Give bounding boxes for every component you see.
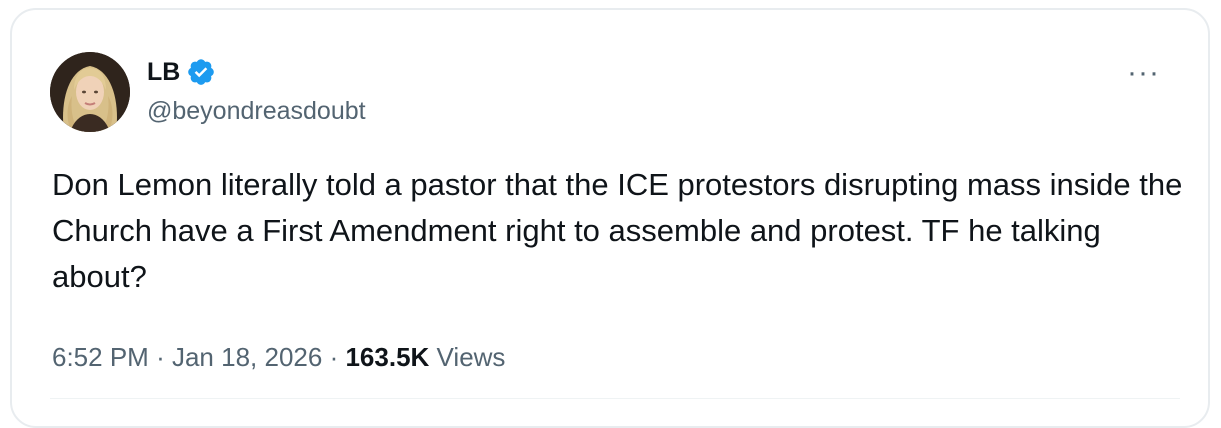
meta-separator: · xyxy=(329,342,339,372)
tweet-meta: 6:52 PM · Jan 18, 2026 · 163.5K Views xyxy=(52,340,505,374)
profile-photo-icon xyxy=(50,52,130,132)
avatar[interactable] xyxy=(50,52,130,132)
tweet-time[interactable]: 6:52 PM xyxy=(52,342,149,372)
author-handle[interactable]: @beyondreasdoubt xyxy=(147,96,366,126)
author-name-row: LB xyxy=(147,56,216,88)
views-label[interactable]: Views xyxy=(437,342,506,372)
author-display-name[interactable]: LB xyxy=(147,56,180,88)
views-count[interactable]: 163.5K xyxy=(345,342,429,372)
tweet-date[interactable]: Jan 18, 2026 xyxy=(172,342,322,372)
tweet-card: LB @beyondreasdoubt ··· Don Lemon litera… xyxy=(10,8,1210,428)
verified-badge-icon[interactable] xyxy=(186,57,216,87)
divider xyxy=(50,398,1180,399)
more-options-icon[interactable]: ··· xyxy=(1127,58,1160,88)
meta-separator: · xyxy=(156,342,165,372)
tweet-text: Don Lemon literally told a pastor that t… xyxy=(52,167,1183,294)
